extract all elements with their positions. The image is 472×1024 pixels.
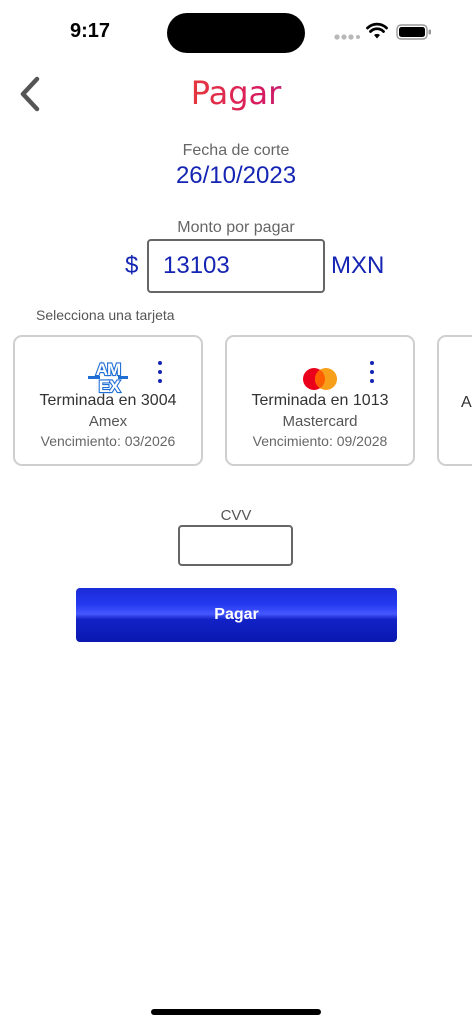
pay-button[interactable]: Pagar: [76, 588, 397, 642]
card-ending: Terminada en 1013: [251, 392, 389, 409]
card-options-button[interactable]: [365, 361, 379, 383]
mastercard-logo: [227, 359, 413, 395]
page-title: Pagar: [0, 74, 472, 112]
card-options-button[interactable]: [153, 361, 167, 383]
more-vertical-icon: [370, 361, 374, 365]
card-partial[interactable]: A: [437, 335, 472, 466]
card-expiry: Vencimiento: 03/2026: [40, 433, 176, 449]
cvv-label: CVV: [220, 507, 252, 524]
cvv-input[interactable]: [178, 525, 293, 566]
amount-input[interactable]: [147, 239, 325, 293]
cellular-signal-icon: [334, 34, 360, 40]
battery-icon: [396, 24, 431, 40]
card-expiry: Vencimiento: 09/2028: [252, 433, 388, 449]
card-brand: Amex: [88, 413, 128, 430]
currency-symbol: $: [125, 252, 139, 279]
amex-logo: AM EX: [15, 359, 201, 395]
card-brand: Mastercard: [282, 413, 358, 430]
card-mastercard-1013[interactable]: Terminada en 1013 Mastercard Vencimiento…: [225, 335, 415, 466]
card-ending: Terminada en 3004: [39, 392, 177, 409]
status-time: 9:17: [70, 20, 111, 42]
home-indicator: [151, 1009, 321, 1015]
card-partial-text: A: [461, 394, 472, 411]
currency-code: MXN: [331, 252, 385, 279]
cutoff-date-label: Fecha de corte: [182, 142, 290, 159]
wifi-icon: [366, 22, 388, 39]
cutoff-date-value: 26/10/2023: [175, 162, 297, 189]
payment-screen: 9:17 Pagar Fecha de corte 26/10/2023 Mon…: [0, 0, 472, 1024]
amount-label: Monto por pagar: [177, 219, 295, 236]
more-vertical-icon: [158, 361, 162, 365]
card-amex-3004[interactable]: AM EX Terminada en 3004 Amex Vencimiento…: [13, 335, 203, 466]
dynamic-island: [167, 13, 305, 53]
select-card-label: Selecciona una tarjeta: [36, 307, 175, 323]
